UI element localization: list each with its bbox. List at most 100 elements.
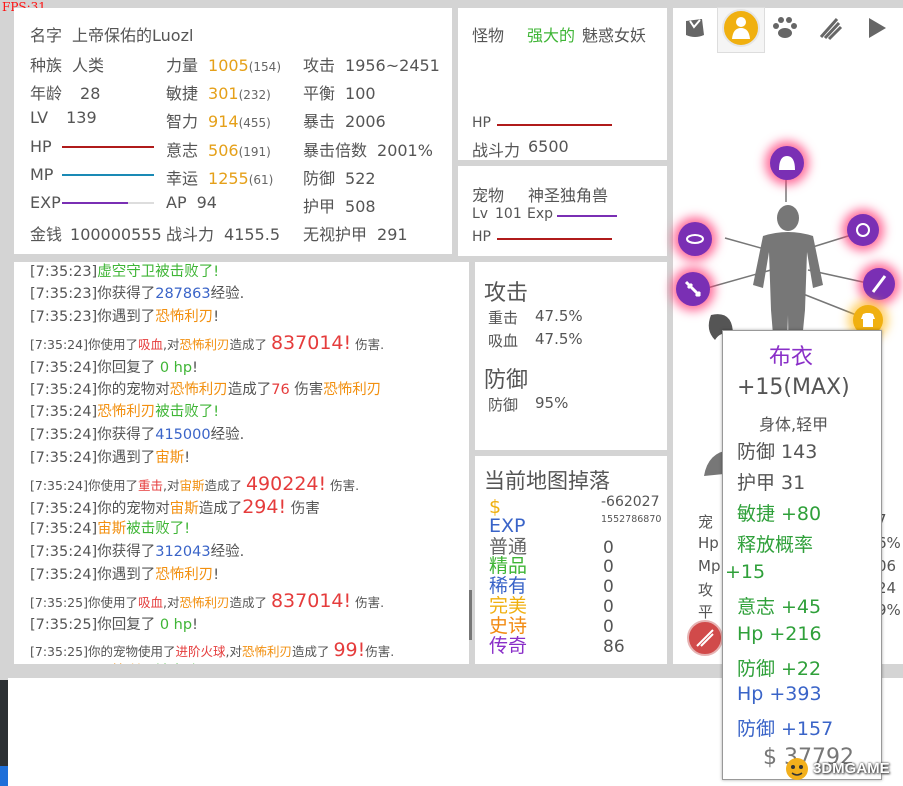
item-bonus-stat: 意志 +45 [737,592,821,619]
tab-claw[interactable] [810,10,850,50]
pet-lv: 101 [495,206,522,222]
attr-bonus: (232) [238,88,271,102]
log-segment: 你回复了 [97,617,160,633]
log-segment: 伤害 [286,501,320,517]
log-timestamp: [7:35:24] [30,404,98,420]
log-segment: 294! [242,496,287,518]
log-segment: 837014! [270,332,352,354]
attr-label: 幸运 [166,169,199,188]
log-segment: 进阶火球 [175,644,226,659]
log-segment: ! [192,617,198,633]
drops-exp: 1552786870 [601,514,662,525]
combat-value: 291 [377,225,408,244]
stat-label: LV [30,108,49,127]
log-timestamp: [7:35:25] [30,644,88,659]
watermark-logo: 3DMGAME [783,755,890,781]
combat-label: 暴击 [303,112,336,131]
stat-label: Hp [737,683,764,705]
player-attr-row: 力量 1005(154) [166,52,282,76]
player-stat-row: EXP [30,193,61,212]
log-line: [7:35:23]你遇到了恐怖利刃! [30,305,219,326]
tab-character[interactable] [717,7,765,53]
log-segment: 伤害. [351,337,385,352]
pet-stat-label: Mp [698,557,721,575]
log-segment: 你获得了 [97,286,156,302]
drop-rarity-count: 0 [603,557,614,577]
shirt-icon [861,313,875,327]
log-timestamp: [7:35:24] [30,450,98,466]
claw-icon [817,15,843,45]
stat-value: 人类 [72,56,105,75]
log-segment: 宙斯 [155,450,185,466]
combat-stat-row: 攻击 1956~2451 [303,52,440,76]
pet-hp-label: HP [472,229,491,245]
offhand-slot-orb[interactable] [863,268,895,300]
attr-value: 1005 [208,56,249,75]
ring-icon [856,223,870,237]
attr-value: 506 [208,141,239,160]
item-bonus-stat: 防御 +157 [737,714,833,741]
item-tooltip: 布衣 +15(MAX) 身体,轻甲 防御 143 护甲 31 敏捷 +80 释放概率 +15 意… [722,330,882,780]
drop-rarity-label: 完美 [489,595,528,617]
log-segment: 你遇到了 [97,309,156,325]
log-segment: 287863 [155,286,211,302]
log-segment: 造成了 [291,644,334,659]
log-segment: 恐怖利刃 [323,382,382,398]
player-stat-row: 名字 上帝保佑的Luozl [30,22,193,46]
log-segment: 你遇到了 [97,450,156,466]
amulet-slot-orb[interactable] [678,222,712,256]
stat-value: +216 [769,623,822,645]
pet-exp-bar [557,215,617,217]
attr-value: 914 [208,112,239,131]
stat-value: +22 [781,658,822,680]
combat-label: 护甲 [303,197,336,216]
log-scrollbar[interactable] [469,590,472,640]
log-timestamp: [7:35:24] [30,382,98,398]
drop-rarity-count: 0 [603,617,614,637]
log-segment: ,对 [225,644,242,659]
tab-bag[interactable] [675,10,715,50]
drop-rarity-count: 0 [603,577,614,597]
stat-value: +80 [781,503,822,525]
log-line: [7:35:23]你获得了287863经验. [30,282,244,303]
dagger-icon [871,275,887,293]
combat-label: 暴击倍数 [303,141,368,160]
combat-stat-row: 防御 522 [303,165,376,189]
stat-value: 上帝保佑的Luozl [72,26,194,45]
combat-log-panel[interactable]: [7:35:23]虚空守卫被击败了! [7:35:23]你获得了287863经验.… [14,262,469,664]
skill-slot-icon[interactable] [687,620,723,656]
item-name: 布衣 [769,345,814,370]
log-segment: ! [192,360,198,376]
log-segment: 虚空守卫 [97,264,156,280]
play-icon [866,16,888,44]
log-segment: 恐怖利刃 [241,644,292,659]
log-segment: 你获得了 [97,544,156,560]
pet-name: 神圣独角兽 [528,186,609,205]
attr-label: 战斗力 [166,225,215,244]
tab-paw[interactable] [765,10,805,50]
stat-label: HP [30,137,52,156]
combat-stat-row: 无视护甲 291 [303,221,408,245]
log-segment: 你的宠物对 [97,382,170,398]
item-level: +15(MAX) [737,375,850,400]
helmet-slot-orb[interactable] [770,146,804,180]
hp-bar [62,146,154,148]
item-type: 身体,轻甲 [759,415,829,434]
log-segment: 312043 [155,544,211,560]
logo-mascot-icon [786,758,808,780]
attr-label: 意志 [166,141,199,160]
tab-play[interactable] [857,10,897,50]
pet-stat-label: Hp [698,534,719,552]
map-drops-title: 当前地图掉落 [484,469,610,493]
attr-bonus: (191) [238,145,271,159]
weapon-slot-orb[interactable] [676,272,710,306]
combat-stat-row: 护甲 508 [303,193,376,217]
ring-slot-orb[interactable] [847,214,879,246]
monster-hp-bar [497,124,612,126]
skill-label: 防御 [488,396,519,414]
combat-label: 攻击 [303,56,336,75]
stat-value: 31 [781,472,806,494]
log-segment: 伤害. [351,595,385,610]
log-timestamp: [7:35:23] [30,264,98,280]
log-line: [7:35:24]宙斯被击败了! [30,517,190,538]
